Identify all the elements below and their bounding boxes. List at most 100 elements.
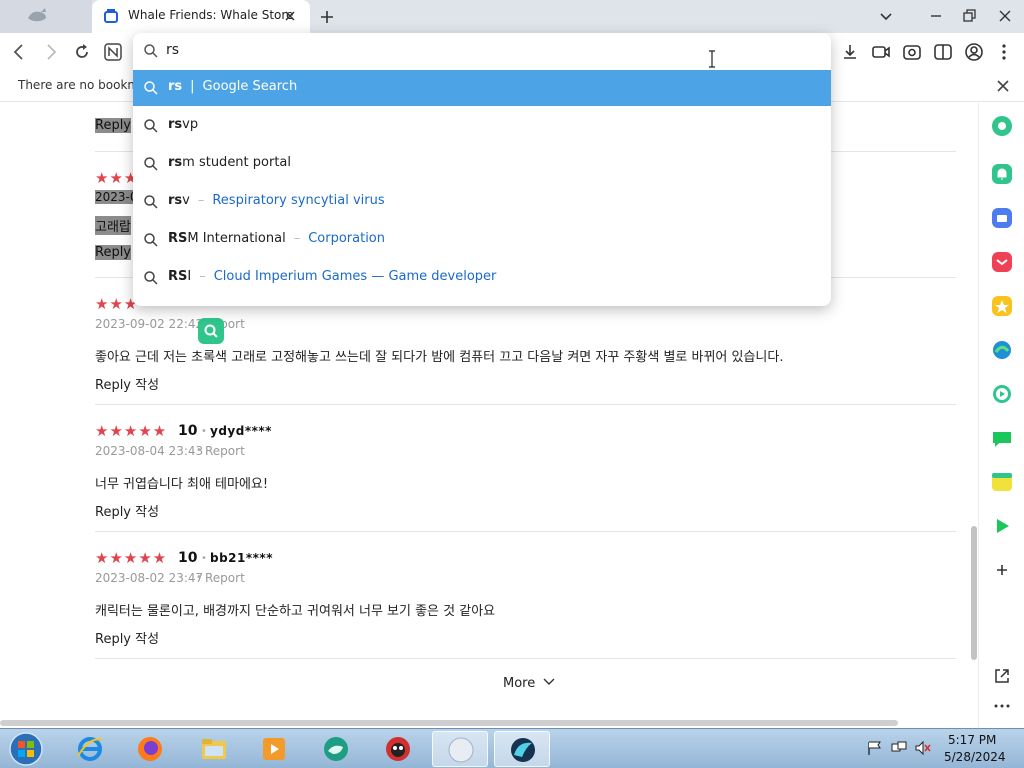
reply-link[interactable]: Reply bbox=[95, 245, 132, 260]
memo-icon[interactable] bbox=[991, 471, 1013, 493]
horizontal-scrollbar[interactable] bbox=[0, 720, 898, 726]
network-icon[interactable] bbox=[890, 740, 908, 756]
close-bookmark-bar-icon[interactable] bbox=[994, 77, 1012, 95]
add-sidebar-app-icon[interactable] bbox=[991, 559, 1013, 581]
suggestion-text: rs | Google Search bbox=[168, 79, 297, 94]
pinned-tab[interactable] bbox=[0, 0, 92, 33]
wallet-icon[interactable] bbox=[991, 207, 1013, 229]
video-icon[interactable] bbox=[871, 42, 891, 62]
webtoon-icon[interactable] bbox=[991, 427, 1013, 449]
action-center-flag-icon[interactable] bbox=[866, 740, 884, 756]
report-link[interactable]: Report bbox=[205, 571, 245, 585]
rating-score: 10 bbox=[178, 423, 198, 439]
suggestion-text: rsv – Respiratory syncytial virus bbox=[168, 193, 385, 208]
omnibox-dropdown: rs rs | Google Search rsvp rsm student porta… bbox=[133, 33, 831, 306]
reply-link[interactable]: Reply 작성 bbox=[95, 501, 159, 520]
quick-search-badge[interactable] bbox=[198, 318, 224, 344]
more-label: More bbox=[503, 676, 536, 691]
separator-dot: • bbox=[196, 445, 202, 456]
bird-app-icon bbox=[386, 737, 410, 761]
suggestion-separator: | bbox=[190, 79, 195, 94]
suggestion-text: rsm student portal bbox=[168, 155, 291, 170]
open-external-icon[interactable] bbox=[991, 665, 1013, 687]
more-button[interactable]: More bbox=[503, 676, 555, 691]
naver-icon[interactable] bbox=[103, 42, 123, 62]
naver-play-icon[interactable] bbox=[991, 515, 1013, 537]
restore-icon[interactable] bbox=[959, 6, 979, 26]
review-text: 캐릭터는 물론이고, 배경까지 단순하고 귀여워서 너무 보기 좋은 것 같아요 bbox=[95, 604, 496, 619]
menu-kebab-icon[interactable] bbox=[994, 42, 1014, 62]
profile-icon[interactable] bbox=[964, 42, 984, 62]
reply-link[interactable]: Reply 작성 bbox=[95, 628, 159, 647]
edge-browser-icon[interactable] bbox=[991, 339, 1013, 361]
taskbar-whale-browser[interactable] bbox=[494, 731, 550, 767]
search-icon bbox=[144, 157, 158, 171]
suggestion-item[interactable]: rs | Google Search bbox=[133, 70, 831, 106]
taskbar-media-player[interactable] bbox=[246, 731, 302, 767]
notification-bell-icon[interactable] bbox=[991, 163, 1013, 185]
firefox-icon bbox=[138, 737, 162, 761]
taskbar-firefox[interactable] bbox=[122, 731, 178, 767]
sidebar-more-icon[interactable] bbox=[991, 695, 1013, 717]
pocket-icon[interactable] bbox=[991, 251, 1013, 273]
search-icon bbox=[144, 233, 158, 247]
search-icon bbox=[144, 81, 158, 95]
forward-arrow-icon[interactable] bbox=[41, 42, 61, 62]
taskbar-internet-explorer[interactable] bbox=[62, 731, 118, 767]
suggestion-item[interactable]: rsv – Respiratory syncytial virus bbox=[133, 184, 831, 220]
taskbar-active-window[interactable] bbox=[432, 731, 488, 767]
clock-date[interactable]: 5/28/2024 bbox=[944, 750, 1006, 764]
suggestion-text: rsvp bbox=[168, 117, 198, 132]
capture-icon[interactable] bbox=[902, 42, 922, 62]
tab-list-chevron-down-icon[interactable] bbox=[876, 6, 896, 26]
taskbar-file-explorer[interactable] bbox=[186, 731, 242, 767]
taskbar-whale-app[interactable] bbox=[308, 731, 364, 767]
suggestion-item[interactable]: RSI – Cloud Imperium Games — Game develope… bbox=[133, 260, 831, 296]
split-view-icon[interactable] bbox=[933, 42, 953, 62]
download-icon[interactable] bbox=[840, 42, 860, 62]
suggestion-description: Cloud Imperium Games — Game developer bbox=[213, 269, 497, 284]
windows-start-icon[interactable] bbox=[6, 731, 46, 767]
close-tab-icon[interactable] bbox=[282, 8, 298, 24]
whale-logo-icon bbox=[28, 8, 46, 22]
reply-link[interactable]: Reply bbox=[95, 118, 132, 133]
volume-muted-icon[interactable] bbox=[914, 740, 932, 756]
reload-icon[interactable] bbox=[72, 42, 92, 62]
search-icon bbox=[144, 119, 158, 133]
internet-explorer-icon bbox=[77, 737, 103, 761]
clock-time[interactable]: 5:17 PM bbox=[948, 733, 996, 747]
tab-whale-store[interactable]: Whale Friends: Whale Store bbox=[92, 0, 310, 33]
back-arrow-icon[interactable] bbox=[9, 42, 29, 62]
bookmark-bar-message: There are no bookma bbox=[18, 78, 147, 92]
suggestion-item[interactable]: rsvp bbox=[133, 108, 831, 144]
suggestion-item[interactable]: RSM International – Corporation bbox=[133, 222, 831, 258]
whale-green-icon[interactable] bbox=[991, 115, 1013, 137]
suggestion-rest: vp bbox=[182, 117, 199, 132]
close-window-icon[interactable] bbox=[995, 6, 1015, 26]
magnifier-icon bbox=[204, 324, 218, 338]
vertical-scrollbar-thumb[interactable] bbox=[971, 526, 977, 660]
new-tab-icon[interactable] bbox=[318, 8, 336, 26]
rating-score: 10 bbox=[178, 550, 198, 566]
suggestion-rest: m student portal bbox=[182, 155, 292, 170]
address-bar-input[interactable]: rs bbox=[166, 42, 179, 58]
reply-link[interactable]: Reply 작성 bbox=[95, 374, 159, 393]
suggestion-description: Corporation bbox=[308, 231, 385, 246]
whale-app-icon bbox=[324, 737, 348, 761]
suggestion-match: rs bbox=[168, 193, 183, 208]
folder-icon bbox=[202, 739, 226, 759]
review-date: 2023-08-02 23:47 bbox=[95, 571, 204, 585]
rating-stars: ★★★★★ bbox=[95, 422, 168, 440]
tab-title: Whale Friends: Whale Store bbox=[128, 8, 294, 22]
address-bar[interactable]: rs bbox=[133, 33, 831, 69]
minimize-icon[interactable] bbox=[926, 6, 946, 26]
music-play-icon[interactable] bbox=[991, 383, 1013, 405]
taskbar-angry-bird-app[interactable] bbox=[370, 731, 426, 767]
review-item: ★★★★★ 10 • ydyd**** 2023-08-04 23:43 • R… bbox=[95, 405, 956, 532]
suggestion-match: RS bbox=[168, 231, 188, 246]
favorites-star-icon[interactable] bbox=[991, 295, 1013, 317]
suggestion-description: Google Search bbox=[202, 79, 298, 94]
suggestion-item[interactable]: rsm student portal bbox=[133, 146, 831, 182]
tab-strip: Whale Friends: Whale Store bbox=[0, 0, 1024, 33]
report-link[interactable]: Report bbox=[205, 444, 245, 458]
